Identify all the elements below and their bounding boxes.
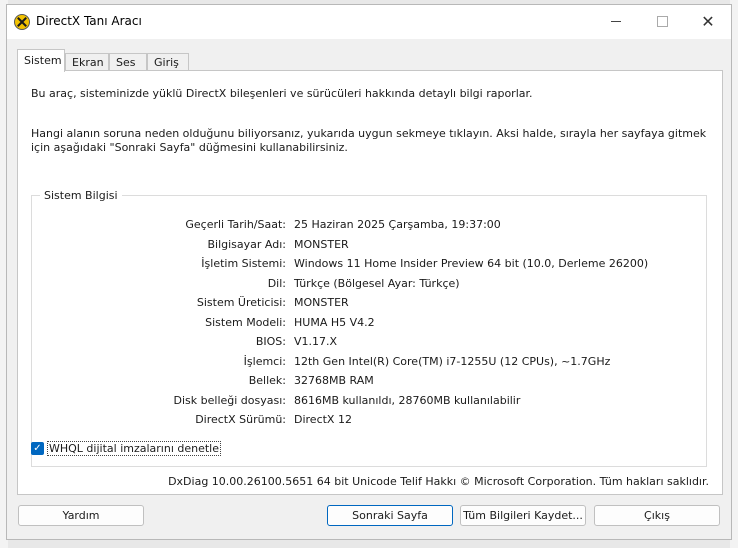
intro-text: Bu araç, sisteminizde yüklü DirectX bile… bbox=[31, 87, 533, 100]
checkmark-icon: ✓ bbox=[33, 442, 42, 454]
info-label: Sistem Modeli: bbox=[205, 315, 286, 329]
next-page-button[interactable]: Sonraki Sayfa bbox=[327, 505, 453, 526]
maximize-button[interactable] bbox=[639, 5, 685, 39]
tab-ses[interactable]: Ses bbox=[109, 53, 147, 71]
whql-checkbox[interactable]: ✓ bbox=[31, 441, 44, 455]
info-row-computer-name: Bilgisayar Adı: MONSTER bbox=[32, 238, 706, 254]
maximize-icon bbox=[656, 16, 668, 27]
info-row-processor: İşlemci: 12th Gen Intel(R) Core(TM) i7-1… bbox=[32, 355, 706, 371]
info-value: HUMA H5 V4.2 bbox=[294, 315, 375, 329]
title-bar[interactable]: DirectX Tanı Aracı ✕ bbox=[7, 5, 731, 39]
close-icon: ✕ bbox=[701, 12, 715, 31]
info-row-os: İşletim Sistemi: Windows 11 Home Insider… bbox=[32, 257, 706, 273]
info-label: Dil: bbox=[267, 276, 286, 290]
info-value: Windows 11 Home Insider Preview 64 bit (… bbox=[294, 257, 649, 270]
info-row-directx-version: DirectX Sürümü: DirectX 12 bbox=[32, 413, 706, 429]
info-value: V1.17.X bbox=[294, 335, 338, 348]
info-label: İşlemci: bbox=[243, 354, 286, 368]
info-value: Türkçe (Bölgesel Ayar: Türkçe) bbox=[294, 276, 460, 290]
info-value: MONSTER bbox=[294, 296, 349, 309]
close-button[interactable]: ✕ bbox=[685, 5, 731, 39]
minimize-icon bbox=[611, 21, 621, 22]
minimize-button[interactable] bbox=[593, 5, 639, 39]
group-title: Sistem Bilgisi bbox=[40, 189, 122, 202]
info-label: DirectX Sürümü: bbox=[195, 413, 286, 426]
info-label: Geçerli Tarih/Saat: bbox=[185, 218, 286, 231]
info-row-bios: BIOS: V1.17.X bbox=[32, 335, 706, 351]
info-label: Bilgisayar Adı: bbox=[207, 237, 286, 251]
info-value: 12th Gen Intel(R) Core(TM) i7-1255U (12 … bbox=[294, 354, 611, 368]
info-value: 8616MB kullanıldı, 28760MB kullanılabili… bbox=[294, 393, 521, 407]
window-title: DirectX Tanı Aracı bbox=[36, 14, 142, 28]
info-row-datetime: Geçerli Tarih/Saat: 25 Haziran 2025 Çarş… bbox=[32, 218, 706, 234]
tab-ekran[interactable]: Ekran bbox=[65, 53, 109, 71]
info-row-pagefile: Disk belleği dosyası: 8616MB kullanıldı,… bbox=[32, 394, 706, 410]
info-label: Bellek: bbox=[248, 374, 286, 387]
info-label: Sistem Üreticisi: bbox=[196, 296, 286, 309]
info-value: 25 Haziran 2025 Çarşamba, 19:37:00 bbox=[294, 218, 501, 231]
info-value: DirectX 12 bbox=[294, 413, 352, 426]
whql-checkbox-label[interactable]: WHQL dijital imzalarını denetle bbox=[47, 440, 222, 456]
info-label: İşletim Sistemi: bbox=[201, 257, 286, 270]
copyright-text: DxDiag 10.00.26100.5651 64 bit Unicode T… bbox=[168, 475, 709, 488]
tab-giris[interactable]: Giriş bbox=[147, 53, 189, 71]
info-row-language: Dil: Türkçe (Bölgesel Ayar: Türkçe) bbox=[32, 277, 706, 293]
dxdiag-window: DirectX Tanı Aracı ✕ Sistem Ekran Ses Gi… bbox=[6, 4, 732, 540]
exit-button[interactable]: Çıkış bbox=[594, 505, 720, 526]
tab-panel-sistem: Bu araç, sisteminizde yüklü DirectX bile… bbox=[17, 70, 723, 495]
system-info-group: Sistem Bilgisi Geçerli Tarih/Saat: 25 Ha… bbox=[31, 189, 707, 467]
whql-checkbox-row[interactable]: ✓ WHQL dijital imzalarını denetle bbox=[31, 440, 222, 456]
save-all-info-button[interactable]: Tüm Bilgileri Kaydet... bbox=[460, 505, 586, 526]
info-value: 32768MB RAM bbox=[294, 374, 374, 387]
info-row-manufacturer: Sistem Üreticisi: MONSTER bbox=[32, 296, 706, 312]
instructions-text: Hangi alanın soruna neden olduğunu biliy… bbox=[31, 127, 707, 154]
info-label: BIOS: bbox=[255, 335, 286, 348]
tab-sistem[interactable]: Sistem bbox=[17, 49, 65, 72]
info-row-memory: Bellek: 32768MB RAM bbox=[32, 374, 706, 390]
directx-icon bbox=[14, 14, 30, 30]
info-label: Disk belleği dosyası: bbox=[173, 393, 286, 407]
help-button[interactable]: Yardım bbox=[18, 505, 144, 526]
info-value: MONSTER bbox=[294, 237, 349, 251]
info-row-model: Sistem Modeli: HUMA H5 V4.2 bbox=[32, 316, 706, 332]
